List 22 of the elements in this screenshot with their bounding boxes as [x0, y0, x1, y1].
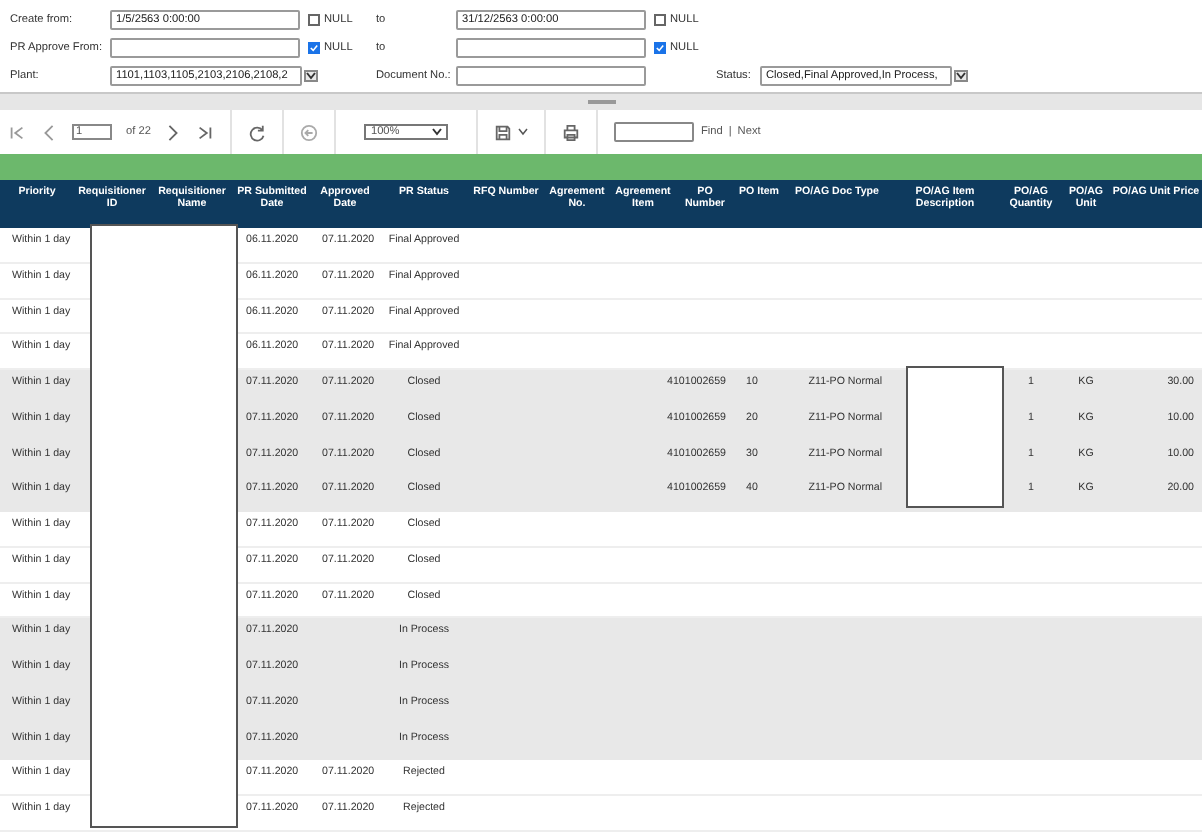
dropdown-button[interactable]	[954, 69, 968, 81]
date-field[interactable]	[110, 37, 300, 57]
caret-icon	[432, 128, 443, 136]
find-field[interactable]	[614, 122, 695, 142]
refresh-icon[interactable]	[248, 123, 267, 141]
dropdown-button[interactable]	[304, 69, 318, 81]
caret-icon	[306, 71, 316, 79]
next-page-icon[interactable]	[164, 123, 183, 141]
null-checkbox[interactable]	[654, 41, 666, 53]
splitter-handle[interactable]	[587, 100, 615, 104]
first-page-icon[interactable]	[8, 123, 26, 141]
null-checkbox[interactable]	[654, 13, 666, 25]
caret-icon	[956, 71, 966, 79]
last-page-icon[interactable]	[196, 123, 215, 141]
caret-icon[interactable]	[518, 128, 529, 136]
previous-page-icon[interactable]	[40, 123, 58, 141]
print-icon[interactable]	[562, 123, 581, 141]
date-field[interactable]	[456, 37, 646, 57]
document-field[interactable]	[456, 65, 646, 85]
save-icon[interactable]	[494, 123, 513, 141]
null-checkbox[interactable]	[308, 13, 320, 25]
null-checkbox[interactable]	[308, 41, 320, 53]
